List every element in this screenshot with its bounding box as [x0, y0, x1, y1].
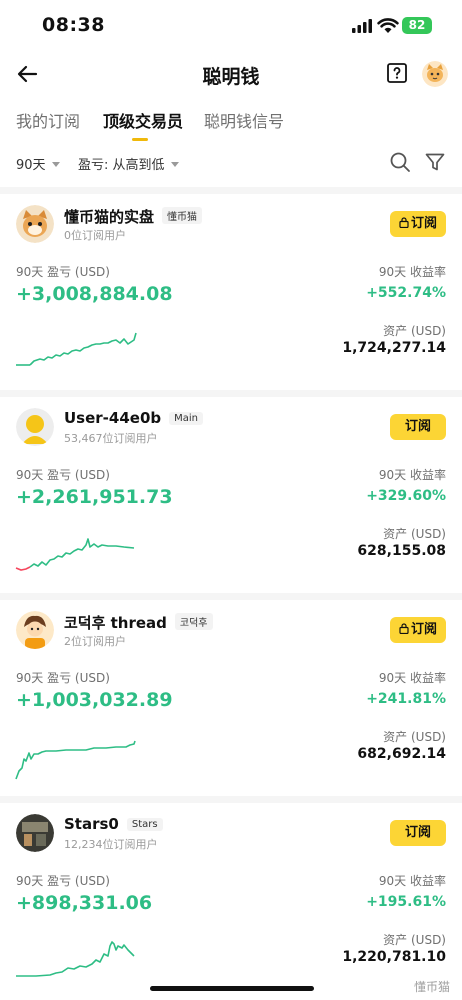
status-bar: 08:38 82 [0, 0, 462, 52]
subscribe-button[interactable]: 订阅 [390, 617, 446, 643]
help-icon[interactable] [386, 62, 408, 84]
roi-value: +552.74% [366, 285, 446, 301]
trader-card[interactable]: 懂币猫的实盘 懂币猫 0位订阅用户 订阅 90天 盈亏 (USD) +3,008,… [0, 187, 462, 387]
period-filter-label: 90天 [16, 158, 46, 173]
trader-card[interactable]: Stars0 Stars 12,234位订阅用户 订阅 90天 盈亏 (USD) … [0, 796, 462, 996]
trader-name-text: User-44e0b [64, 409, 162, 427]
tab-top-traders[interactable]: 顶级交易员 [103, 108, 183, 132]
trader-avatar [16, 611, 54, 649]
subscribe-button[interactable]: 订阅 [390, 820, 446, 846]
roi-value: +241.81% [366, 691, 446, 707]
assets-label: 资产 (USD) [383, 730, 446, 744]
trader-name-text: 懂币猫的实盘 [64, 208, 155, 226]
pnl-sparkline [15, 538, 135, 571]
card-divider [0, 390, 462, 397]
status-time: 08:38 [42, 14, 105, 36]
battery-indicator: 82 [402, 17, 432, 34]
roi-value: +329.60% [366, 488, 446, 504]
roi-label: 90天 收益率 [378, 671, 446, 685]
sparkline-line [29, 332, 137, 366]
sparkline-line [15, 740, 136, 780]
assets-label: 资产 (USD) [383, 324, 446, 338]
subscriber-count: 0位订阅用户 [64, 229, 126, 242]
subscribe-label: 订阅 [404, 419, 431, 434]
tab-my-subscriptions[interactable]: 我的订阅 [16, 108, 80, 132]
pnl-label: 90天 盈亏 (USD) [16, 671, 110, 685]
subscribe-label: 订阅 [404, 825, 431, 840]
assets-label: 资产 (USD) [383, 527, 446, 541]
wifi-icon [377, 18, 399, 33]
pnl-label: 90天 盈亏 (USD) [16, 265, 110, 279]
trader-name-text: 코덕후 thread [64, 614, 167, 632]
pnl-sparkline [15, 740, 136, 780]
sparkline-line [29, 538, 135, 568]
assets-value: 1,220,781.10 [342, 949, 446, 965]
roi-label: 90天 收益率 [378, 874, 446, 888]
lock-icon [399, 217, 409, 228]
pnl-value: +2,261,951.73 [16, 486, 173, 508]
card-divider [0, 187, 462, 194]
pnl-label: 90天 盈亏 (USD) [16, 468, 110, 482]
trader-avatar [16, 408, 54, 446]
card-divider [0, 593, 462, 600]
pnl-value: +1,003,032.89 [16, 689, 173, 711]
home-indicator [150, 986, 314, 991]
trader-name[interactable]: User-44e0b Main [64, 409, 204, 427]
subscriber-count: 2位订阅用户 [64, 635, 126, 648]
subscribe-button[interactable]: 订阅 [390, 211, 446, 237]
sparkline-line [16, 941, 135, 977]
subscriber-count: 12,234位订阅用户 [64, 838, 158, 851]
trader-tag: 懂币猫 [162, 207, 203, 224]
tab-bar: 我的订阅 顶级交易员 聪明钱信号 [0, 106, 462, 142]
sort-filter-label: 盈亏: 从高到低 [78, 158, 165, 173]
search-icon[interactable] [389, 151, 411, 173]
trader-name[interactable]: Stars0 Stars [64, 815, 163, 833]
assets-label: 资产 (USD) [383, 933, 446, 947]
subscribe-label: 订阅 [410, 622, 437, 637]
tab-smart-money-signals[interactable]: 聪明钱信号 [204, 108, 284, 132]
app-header: 聪明钱 [0, 52, 462, 98]
roi-value: +195.61% [366, 894, 446, 910]
trader-card[interactable]: 코덕후 thread 코덕후 2位订阅用户 订阅 90天 盈亏 (USD) +1,… [0, 593, 462, 793]
sort-filter[interactable]: 盈亏: 从高到低 [78, 154, 179, 173]
trader-name[interactable]: 懂币猫的实盘 懂币猫 [64, 206, 203, 227]
trader-avatar [16, 814, 54, 852]
assets-value: 1,724,277.14 [342, 340, 446, 356]
trader-card[interactable]: User-44e0b Main 53,467位订阅用户 订阅 90天 盈亏 (US… [0, 390, 462, 590]
pnl-value: +898,331.06 [16, 892, 153, 914]
period-filter[interactable]: 90天 [16, 154, 60, 173]
subscriber-count: 53,467位订阅用户 [64, 432, 158, 445]
lock-icon [399, 623, 409, 634]
roi-label: 90天 收益率 [378, 468, 446, 482]
active-tab-indicator [132, 138, 148, 141]
assets-value: 628,155.08 [357, 543, 446, 559]
pnl-label: 90天 盈亏 (USD) [16, 874, 110, 888]
sparkline-negative-segment [15, 566, 31, 571]
trader-tag: Main [169, 412, 204, 425]
trader-tag: Stars [126, 818, 163, 831]
chevron-down-icon [51, 162, 60, 167]
trader-name-text: Stars0 [64, 815, 119, 833]
filter-bar: 90天 盈亏: 从高到低 [0, 148, 462, 180]
watermark: 懂币猫 [413, 980, 450, 994]
pnl-sparkline [16, 941, 135, 977]
subscribe-label: 订阅 [410, 216, 437, 231]
subscribe-button[interactable]: 订阅 [390, 414, 446, 440]
trader-name[interactable]: 코덕후 thread 코덕후 [64, 612, 213, 633]
pnl-sparkline [16, 332, 137, 366]
chevron-down-icon [170, 162, 179, 167]
card-divider [0, 796, 462, 803]
trader-tag: 코덕후 [174, 613, 213, 630]
user-avatar[interactable] [422, 61, 448, 87]
assets-value: 682,692.14 [357, 746, 446, 762]
cellular-signal-icon [352, 19, 372, 33]
pnl-value: +3,008,884.08 [16, 283, 173, 305]
trader-avatar [16, 205, 54, 243]
filter-funnel-icon[interactable] [424, 151, 446, 173]
roi-label: 90天 收益率 [378, 265, 446, 279]
